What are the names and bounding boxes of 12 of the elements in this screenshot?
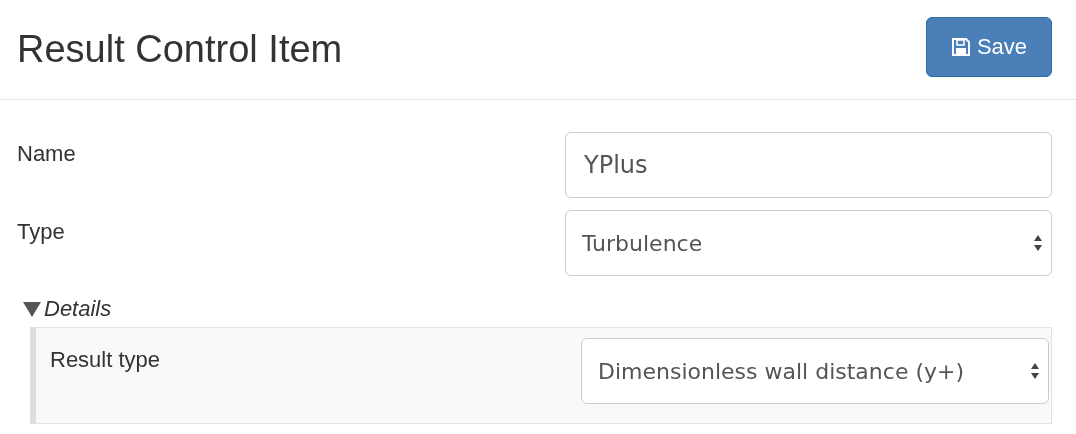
select-field[interactable]: Turbulence — [565, 210, 1052, 276]
page-title: Result Control Item — [17, 27, 343, 72]
details-toggle[interactable]: Details — [22, 292, 112, 325]
field-label: Type — [17, 218, 65, 246]
text-field[interactable]: YPlus — [565, 132, 1052, 198]
field-label: Result type — [50, 346, 161, 374]
select-field[interactable]: Dimensionless wall distance (y+) — [581, 338, 1049, 404]
sort-arrows-icon — [1033, 233, 1043, 253]
sort-arrows-icon — [1030, 361, 1040, 381]
save-button[interactable]: Save — [926, 16, 1052, 77]
field-label: Name — [17, 140, 76, 168]
caret-down-icon — [22, 299, 42, 318]
